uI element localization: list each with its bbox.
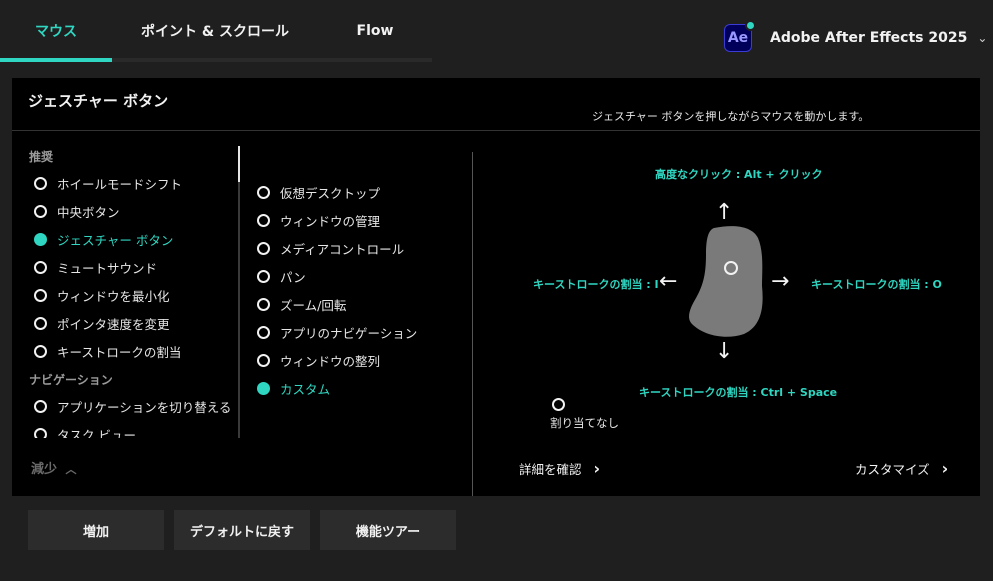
radio-icon <box>34 288 47 302</box>
arrow-down-icon: ↓ <box>715 339 734 364</box>
radio-icon <box>34 344 47 358</box>
option-wheel-mode-shift[interactable]: ホイールモードシフト <box>34 173 182 193</box>
panel-description: ジェスチャー ボタンを押しながらマウスを動かします。 <box>592 110 870 123</box>
arrow-right-icon: → <box>771 269 790 294</box>
option-keystroke-assignment[interactable]: キーストロークの割当 <box>34 341 181 361</box>
section-navigation: ナビゲーション <box>29 373 113 387</box>
chevron-right-icon: › <box>593 459 601 478</box>
arrow-up-icon: ↑ <box>715 200 734 225</box>
option-label: ウィンドウの整列 <box>280 353 381 369</box>
option-label: キーストロークの割当 <box>57 344 182 360</box>
radio-icon <box>257 297 270 311</box>
option-media-control[interactable]: メディアコントロール <box>257 238 404 258</box>
option-label: ジェスチャー ボタン <box>57 232 174 248</box>
radio-icon <box>34 260 47 274</box>
option-minimize-window[interactable]: ウィンドウを最小化 <box>34 285 170 305</box>
top-bar: マウス ポイント & スクロール Flow Ae Adobe After Eff… <box>0 0 993 62</box>
radio-icon <box>257 269 270 283</box>
option-gesture-button[interactable]: ジェスチャー ボタン <box>34 229 173 249</box>
gesture-panel: ジェスチャー ボタン ジェスチャー ボタンを押しながらマウスを動かします。 推奨… <box>12 78 980 496</box>
after-effects-icon: Ae <box>724 20 756 52</box>
unassigned-label: 割り当てなし <box>550 416 619 430</box>
show-less-label: 減少 <box>31 462 58 477</box>
radio-icon <box>34 204 47 218</box>
option-virtual-desktop[interactable]: 仮想デスクトップ <box>257 182 380 202</box>
option-window-management[interactable]: ウィンドウの管理 <box>257 210 380 230</box>
option-switch-app[interactable]: アプリケーションを切り替える <box>34 396 231 416</box>
option-label: ウィンドウの管理 <box>280 213 381 229</box>
option-label: ホイールモードシフト <box>57 176 183 192</box>
option-label: ウィンドウを最小化 <box>57 288 170 304</box>
option-label: パン <box>280 269 306 285</box>
after-effects-icon-text: Ae <box>727 30 749 46</box>
chevron-down-icon: ⌄ <box>977 31 988 45</box>
status-dot <box>745 20 756 31</box>
reset-defaults-button[interactable]: デフォルトに戻す <box>174 510 310 550</box>
radio-icon <box>34 176 47 190</box>
radio-icon <box>257 353 270 367</box>
radio-icon <box>257 325 270 339</box>
customize-link[interactable]: カスタマイズ › <box>855 459 948 478</box>
list-scrollbar-thumb[interactable] <box>238 146 240 182</box>
radio-icon <box>34 427 47 438</box>
list-scrollbar-track[interactable] <box>238 146 240 438</box>
panel-title: ジェスチャー ボタン <box>28 92 169 110</box>
action-list[interactable]: 推奨 ホイールモードシフト 中央ボタン ジェスチャー ボタン ミュートサウンド … <box>24 138 240 438</box>
arrow-left-icon: ← <box>659 269 678 294</box>
gesture-left-label[interactable]: キーストロークの割当 : I <box>533 276 659 292</box>
tab-point-scroll[interactable]: ポイント & スクロール <box>120 0 310 62</box>
learn-more-label: 詳細を確認 <box>519 462 582 477</box>
radio-selected-icon <box>34 232 47 246</box>
customize-label: カスタマイズ <box>855 462 930 477</box>
option-zoom-rotate[interactable]: ズーム/回転 <box>257 294 346 314</box>
chevron-right-icon: › <box>941 459 949 478</box>
app-name: Adobe After Effects 2025 <box>770 30 968 46</box>
gesture-up-label[interactable]: 高度なクリック : Alt + クリック <box>655 166 822 182</box>
column-divider <box>472 152 473 496</box>
app-selector[interactable]: Ae Adobe After Effects 2025 ⌄ <box>724 20 988 54</box>
add-button[interactable]: 増加 <box>28 510 164 550</box>
option-custom[interactable]: カスタム <box>257 378 330 398</box>
gesture-right-label[interactable]: キーストロークの割当 : O <box>811 276 942 292</box>
radio-icon <box>257 185 270 199</box>
option-mute-sound[interactable]: ミュートサウンド <box>34 257 157 277</box>
option-label: 中央ボタン <box>57 204 120 220</box>
unassigned-option[interactable]: 割り当てなし <box>550 398 619 431</box>
mouse-shape-icon <box>689 226 763 337</box>
radio-icon <box>552 398 565 411</box>
radio-icon <box>34 316 47 330</box>
option-label: カスタム <box>280 381 331 397</box>
radio-selected-icon <box>257 381 270 395</box>
option-app-navigation[interactable]: アプリのナビゲーション <box>257 322 417 342</box>
option-label: メディアコントロール <box>280 241 405 257</box>
option-label: ズーム/回転 <box>280 297 347 313</box>
option-label: ポインタ速度を変更 <box>57 316 170 332</box>
option-middle-button[interactable]: 中央ボタン <box>34 201 120 221</box>
section-recommended: 推奨 <box>29 150 54 164</box>
panel-divider <box>12 130 980 131</box>
option-label: タスク ビュー <box>57 427 136 439</box>
option-pan[interactable]: パン <box>257 266 306 286</box>
chevron-up-icon: ︿ <box>65 463 77 476</box>
option-window-snap[interactable]: ウィンドウの整列 <box>257 350 380 370</box>
option-label: ミュートサウンド <box>57 260 158 276</box>
option-label: アプリケーションを切り替える <box>57 399 232 415</box>
show-less-link[interactable]: 減少 ︿ <box>31 458 77 477</box>
tab-flow[interactable]: Flow <box>330 0 420 62</box>
gesture-down-label[interactable]: キーストロークの割当 : Ctrl + Space <box>639 384 837 400</box>
option-task-view[interactable]: タスク ビュー <box>34 424 136 438</box>
option-label: アプリのナビゲーション <box>280 325 418 341</box>
radio-icon <box>257 241 270 255</box>
radio-icon <box>257 213 270 227</box>
option-pointer-speed[interactable]: ポインタ速度を変更 <box>34 313 170 333</box>
tab-active-indicator <box>0 58 112 62</box>
tab-mouse[interactable]: マウス <box>0 0 112 62</box>
learn-more-link[interactable]: 詳細を確認 › <box>519 459 600 478</box>
feature-tour-button[interactable]: 機能ツアー <box>320 510 456 550</box>
option-label: 仮想デスクトップ <box>280 185 381 201</box>
radio-icon <box>34 399 47 413</box>
